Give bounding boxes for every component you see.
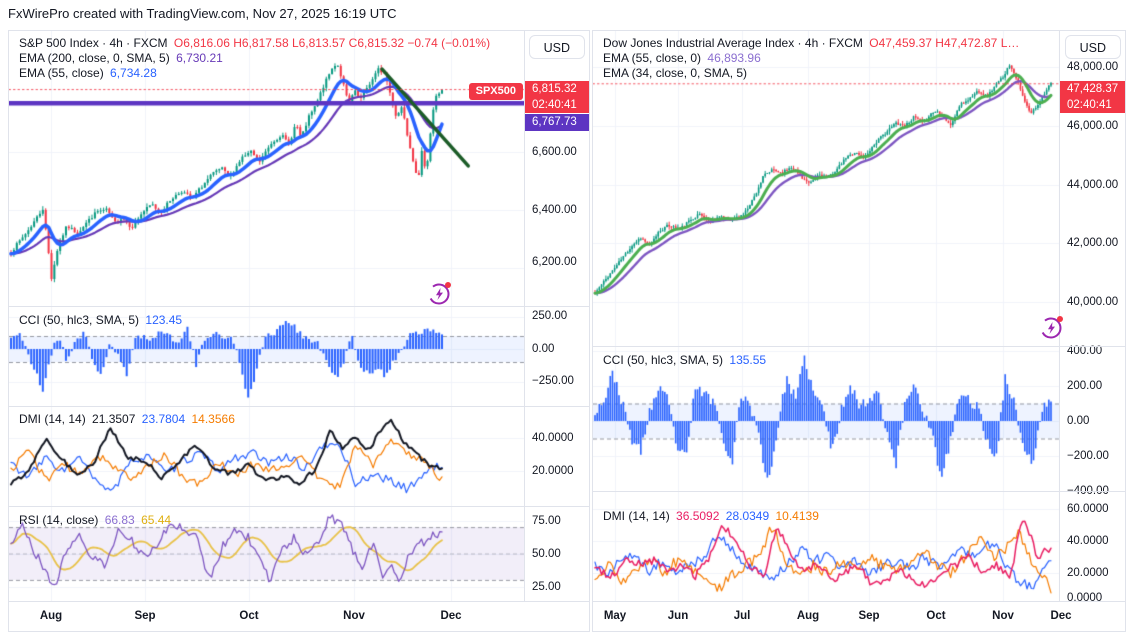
- cci-tick: 200.00: [1067, 380, 1103, 392]
- dmi-label: DMI (14, 14): [19, 412, 86, 426]
- rsi-ma-value: 65.44: [141, 513, 172, 527]
- ema200-value: 6,730.21: [176, 51, 223, 65]
- dow-ohlc-values: O47,459.37 H47,472.87 L…: [869, 36, 1020, 50]
- pane-separator[interactable]: [9, 306, 589, 307]
- price-tick: 6,600.00: [532, 146, 577, 158]
- cci-tick: 250.00: [532, 310, 568, 322]
- dmi-tick: 20.0000: [532, 465, 574, 477]
- last-price-tag: 47,428.37 02:40:41: [1060, 81, 1125, 113]
- cci-label: CCI (50, hlc3, SMA, 5): [19, 313, 140, 327]
- price-tick: 42,000.00: [1067, 237, 1119, 249]
- dmi-plusdi-value: 28.0349: [725, 509, 770, 523]
- dmi-minusdi-value: 10.4139: [775, 509, 819, 523]
- dmi-adx-value: 36.5092: [676, 509, 720, 523]
- price-tick: 48,000.00: [1067, 61, 1119, 73]
- month-label: Oct: [239, 610, 259, 622]
- price-tick: 46,000.00: [1067, 120, 1119, 132]
- pane-separator[interactable]: [9, 406, 589, 407]
- price-tick: 6,400.00: [532, 204, 577, 216]
- pane-separator[interactable]: [593, 346, 1125, 347]
- last-price-value: 47,428.37: [1067, 83, 1119, 95]
- pane-separator[interactable]: [9, 506, 589, 507]
- level-price-tag: 6,767.73: [525, 114, 589, 131]
- dow-title: Dow Jones Industrial Average Index · 4h …: [603, 36, 863, 50]
- month-label: Aug: [39, 610, 63, 622]
- month-label: Dec: [1050, 610, 1072, 622]
- dow-ema55-legend: EMA (55, close, 0) 46,893.96: [603, 51, 764, 66]
- bar-countdown: 02:40:41: [532, 99, 577, 111]
- spx-time-axis[interactable]: Aug Sep Oct Nov Dec: [9, 601, 589, 631]
- cci-label: CCI (50, hlc3, SMA, 5): [603, 353, 724, 367]
- spx-ema55-legend: EMA (55, close) 6,734.28: [19, 66, 160, 81]
- dow-ema34-legend: EMA (34, close, 0, SMA, 5): [603, 66, 750, 81]
- spx-title: S&P 500 Index · 4h · FXCM: [19, 36, 168, 50]
- dow-time-axis[interactable]: May Jun Jul Aug Sep Oct Nov Dec: [593, 601, 1125, 631]
- spx-price-axis[interactable]: 6,600.00 6,400.00 6,200.00 250.00 0.00 −…: [524, 31, 589, 601]
- spx-chart-panel: S&P 500 Index · 4h · FXCM O6,816.06 H6,8…: [8, 30, 590, 632]
- month-label: Nov: [992, 610, 1014, 622]
- rsi-tick: 75.00: [532, 515, 561, 527]
- last-price-tag: 6,815.32 02:40:41: [525, 81, 589, 113]
- currency-toggle-button[interactable]: USD: [1064, 35, 1121, 59]
- dow-symbol-legend: Dow Jones Industrial Average Index · 4h …: [603, 36, 1022, 51]
- price-tick: 40,000.00: [1067, 296, 1119, 308]
- dow-price-axis[interactable]: 48,000.00 46,000.00 44,000.00 42,000.00 …: [1059, 31, 1125, 604]
- rsi-tick: 50.00: [532, 548, 561, 560]
- dmi-minusdi-value: 14.3566: [191, 412, 235, 426]
- cci-tick: 0.00: [1067, 415, 1090, 427]
- ema55-value: 6,734.28: [110, 66, 157, 80]
- month-label: Aug: [796, 610, 820, 622]
- spx-cci-legend: CCI (50, hlc3, SMA, 5) 123.45: [19, 313, 185, 328]
- cci-tick: −250.00: [532, 375, 574, 387]
- month-label: Sep: [858, 610, 880, 622]
- price-flag-symbol-label: SPX500: [468, 83, 523, 100]
- ema55-value: 46,893.96: [707, 51, 761, 65]
- dmi-label: DMI (14, 14): [603, 509, 670, 523]
- dmi-plusdi-value: 23.7804: [141, 412, 186, 426]
- rsi-value: 66.83: [104, 513, 135, 527]
- dmi-tick: 20.0000: [1067, 567, 1109, 579]
- ema200-label: EMA (200, close, 0, SMA, 5): [19, 51, 170, 65]
- pane-separator[interactable]: [593, 491, 1125, 492]
- dmi-adx-value: 21.3507: [92, 412, 136, 426]
- bar-countdown: 02:40:41: [1067, 99, 1112, 111]
- dmi-tick: 60.0000: [1067, 503, 1109, 515]
- month-label: Dec: [440, 610, 462, 622]
- cci-tick: −200.00: [1067, 450, 1109, 462]
- watermark-credit: FxWirePro created with TradingView.com, …: [8, 6, 397, 21]
- rsi-tick: 25.00: [532, 581, 561, 593]
- tradingview-workspace: FxWirePro created with TradingView.com, …: [0, 0, 1126, 635]
- month-label: Jul: [733, 610, 751, 622]
- spx-ohlc-values: O6,816.06 H6,817.58 L6,813.57 C6,815.32 …: [173, 36, 491, 50]
- spx-ema200-legend: EMA (200, close, 0, SMA, 5) 6,730.21: [19, 51, 226, 66]
- month-label: Nov: [343, 610, 365, 622]
- cci-tick: 0.00: [532, 343, 555, 355]
- ema55-label: EMA (55, close, 0): [603, 51, 702, 65]
- dmi-tick: 40.0000: [1067, 535, 1109, 547]
- price-tick: 44,000.00: [1067, 179, 1119, 191]
- month-label: May: [603, 610, 627, 622]
- spx-dmi-legend: DMI (14, 14) 21.3507 23.7804 14.3566: [19, 412, 238, 427]
- cci-value: 123.45: [145, 313, 183, 327]
- last-price-value: 6,815.32: [532, 83, 577, 95]
- ema34-label: EMA (34, close, 0, SMA, 5): [603, 66, 748, 80]
- flash-ideas-icon[interactable]: [1039, 314, 1065, 340]
- rsi-label: RSI (14, close): [19, 513, 99, 527]
- spx-symbol-legend: S&P 500 Index · 4h · FXCM O6,816.06 H6,8…: [19, 36, 493, 51]
- dow-dmi-legend: DMI (14, 14) 36.5092 28.0349 10.4139: [603, 509, 822, 524]
- month-label: Oct: [926, 610, 946, 622]
- spx-rsi-legend: RSI (14, close) 66.83 65.44: [19, 513, 174, 528]
- cci-value: 135.55: [729, 353, 767, 367]
- flash-ideas-icon[interactable]: [427, 280, 453, 306]
- month-label: Sep: [134, 610, 156, 622]
- currency-toggle-button[interactable]: USD: [528, 35, 585, 59]
- price-tick: 6,200.00: [532, 256, 577, 268]
- month-label: Jun: [667, 610, 689, 622]
- dow-chart-panel: Dow Jones Industrial Average Index · 4h …: [592, 30, 1126, 632]
- ema55-label: EMA (55, close): [19, 66, 104, 80]
- dow-cci-legend: CCI (50, hlc3, SMA, 5) 135.55: [603, 353, 769, 368]
- dmi-tick: 40.0000: [532, 432, 574, 444]
